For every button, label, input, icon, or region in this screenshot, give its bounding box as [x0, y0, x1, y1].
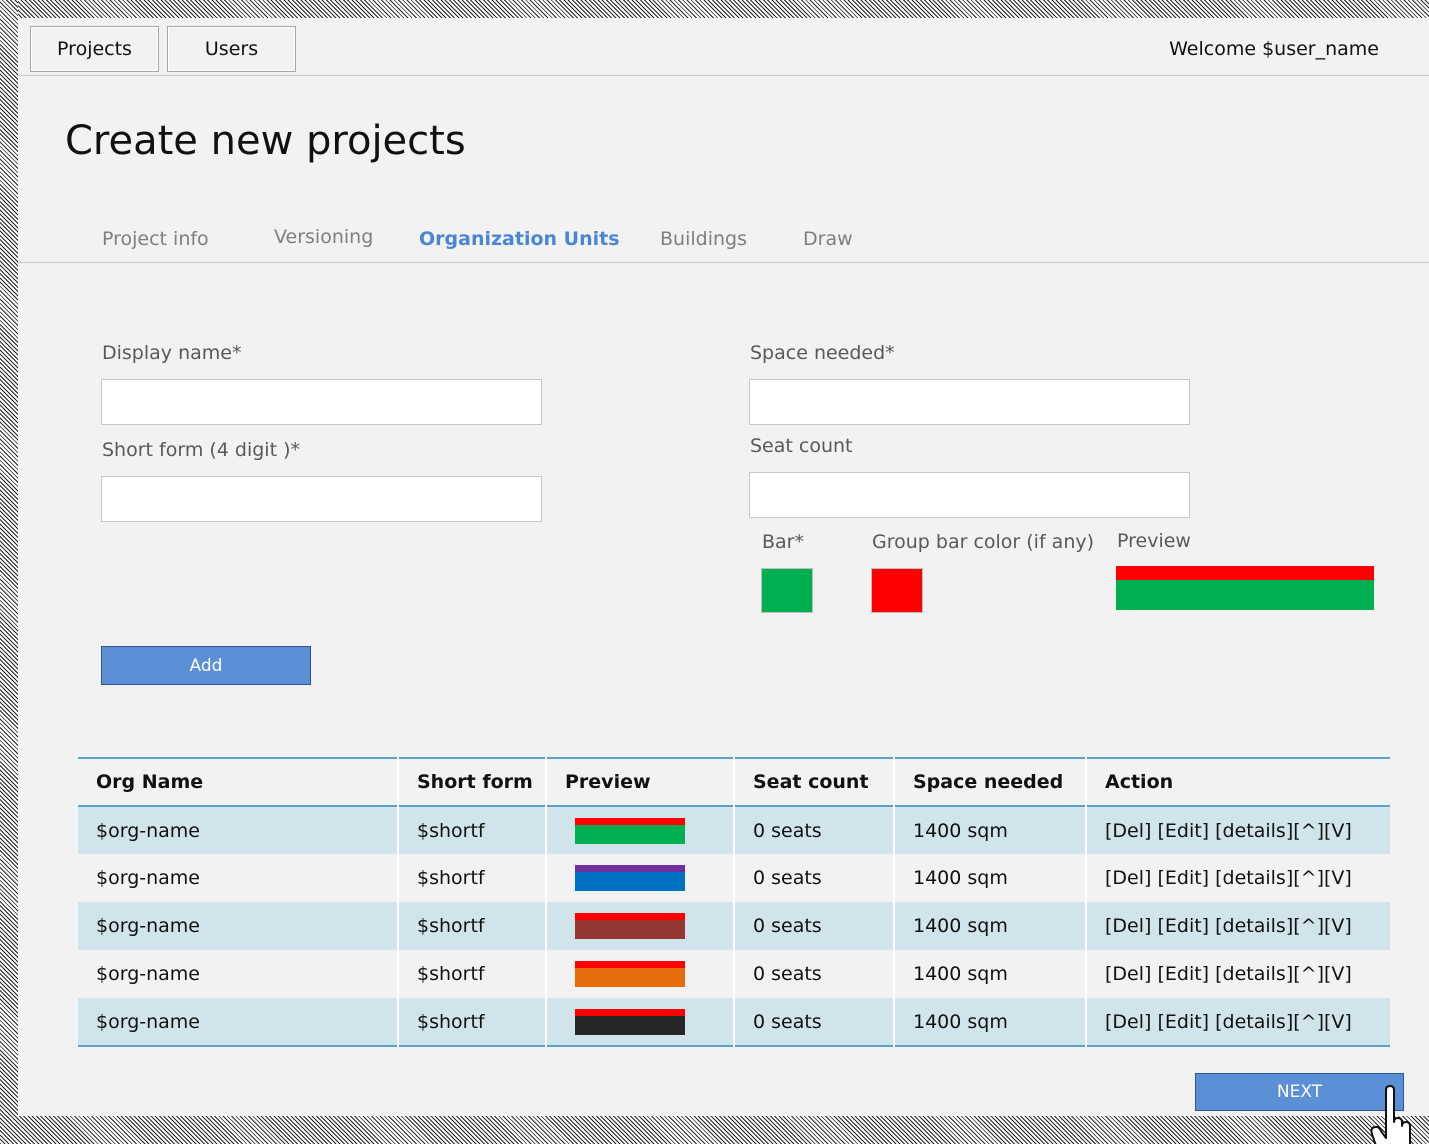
org-units-table: Org Name Short form Preview Seat count S…: [78, 757, 1390, 1047]
hand-pointer-cursor-icon: [1370, 1085, 1411, 1144]
group-bar-color-picker[interactable]: [871, 568, 923, 613]
bar-label: Bar*: [762, 531, 804, 553]
tab-draw[interactable]: Draw: [803, 228, 853, 250]
row-preview-top: [575, 961, 685, 968]
cell-seat-count: 0 seats: [734, 854, 895, 902]
space-needed-input[interactable]: [749, 379, 1190, 425]
row-preview-top: [575, 913, 685, 920]
row-preview-top: [575, 865, 685, 872]
cell-short-form: $shortf: [398, 902, 547, 950]
preview-main-bar: [1116, 580, 1374, 610]
row-preview-top: [575, 1008, 685, 1016]
tab-project-info[interactable]: Project info: [102, 228, 209, 250]
table-row: $org-name $shortf 0 seats 1400 sqm [Del]…: [78, 854, 1390, 902]
row-color-preview: [575, 913, 685, 939]
cell-seat-count: 0 seats: [734, 806, 895, 854]
cell-space-needed: 1400 sqm: [894, 854, 1087, 902]
header-short-form: Short form: [398, 758, 547, 806]
cell-seat-count: 0 seats: [734, 998, 895, 1046]
welcome-text: Welcome $user_name: [1169, 38, 1379, 60]
tab-bar: Project info Versioning Organization Uni…: [18, 220, 1429, 263]
cell-short-form: $shortf: [398, 998, 547, 1046]
cell-action-links[interactable]: [Del] [Edit] [details][^][V]: [1086, 806, 1390, 854]
seat-count-input[interactable]: [749, 472, 1190, 518]
header-space-needed: Space needed: [894, 758, 1087, 806]
page-title: Create new projects: [65, 118, 466, 164]
row-preview-bottom: [575, 1015, 685, 1035]
cell-action-links[interactable]: [Del] [Edit] [details][^][V]: [1086, 902, 1390, 950]
cell-space-needed: 1400 sqm: [894, 998, 1087, 1046]
tab-versioning[interactable]: Versioning: [274, 226, 373, 248]
cell-preview: [546, 902, 735, 950]
tab-organization-units[interactable]: Organization Units: [419, 228, 620, 250]
header-org-name: Org Name: [78, 758, 399, 806]
display-name-input[interactable]: [101, 379, 542, 425]
app-frame: Projects Users Welcome $user_name Create…: [18, 18, 1429, 1144]
preview-group-bar: [1116, 566, 1374, 580]
cell-seat-count: 0 seats: [734, 950, 895, 998]
space-needed-label: Space needed*: [750, 342, 895, 364]
cell-preview: [546, 998, 735, 1046]
cell-preview: [546, 806, 735, 854]
bar-color-picker[interactable]: [761, 568, 813, 613]
short-form-input[interactable]: [101, 476, 542, 522]
cell-org-name: $org-name: [78, 854, 399, 902]
tab-buildings[interactable]: Buildings: [660, 228, 747, 250]
header-seat-count: Seat count: [734, 758, 895, 806]
seat-count-label: Seat count: [750, 435, 853, 457]
cell-org-name: $org-name: [78, 998, 399, 1046]
cell-action-links[interactable]: [Del] [Edit] [details][^][V]: [1086, 950, 1390, 998]
preview-label: Preview: [1117, 530, 1191, 552]
header-preview: Preview: [546, 758, 735, 806]
cell-org-name: $org-name: [78, 806, 399, 854]
add-button[interactable]: Add: [101, 646, 311, 685]
table-row: $org-name $shortf 0 seats 1400 sqm [Del]…: [78, 902, 1390, 950]
row-preview-top: [575, 817, 685, 825]
cell-org-name: $org-name: [78, 950, 399, 998]
row-color-preview: [575, 817, 685, 844]
users-nav-button[interactable]: Users: [167, 26, 296, 72]
cell-space-needed: 1400 sqm: [894, 806, 1087, 854]
row-preview-bottom: [575, 968, 685, 987]
table-header-row: Org Name Short form Preview Seat count S…: [78, 758, 1390, 806]
cell-preview: [546, 854, 735, 902]
hatched-border-bottom: [0, 1116, 1429, 1144]
table-row: $org-name $shortf 0 seats 1400 sqm [Del]…: [78, 950, 1390, 998]
cell-preview: [546, 950, 735, 998]
cell-space-needed: 1400 sqm: [894, 950, 1087, 998]
row-preview-bottom: [575, 872, 685, 891]
header-action: Action: [1086, 758, 1390, 806]
bar-preview: [1116, 566, 1374, 610]
row-preview-bottom: [575, 824, 685, 844]
row-color-preview: [575, 961, 685, 987]
cell-short-form: $shortf: [398, 806, 547, 854]
projects-nav-button[interactable]: Projects: [30, 26, 159, 72]
row-color-preview: [575, 1008, 685, 1035]
hatched-border-top: [0, 0, 1429, 18]
row-color-preview: [575, 865, 685, 891]
cell-action-links[interactable]: [Del] [Edit] [details][^][V]: [1086, 998, 1390, 1046]
display-name-label: Display name*: [102, 342, 242, 364]
cell-space-needed: 1400 sqm: [894, 902, 1087, 950]
row-preview-bottom: [575, 920, 685, 939]
group-bar-color-label: Group bar color (if any): [872, 531, 1095, 553]
cell-short-form: $shortf: [398, 950, 547, 998]
short-form-label: Short form (4 digit )*: [102, 439, 300, 461]
table-row: $org-name $shortf 0 seats 1400 sqm [Del]…: [78, 998, 1390, 1046]
cell-seat-count: 0 seats: [734, 902, 895, 950]
table-row: $org-name $shortf 0 seats 1400 sqm [Del]…: [78, 806, 1390, 854]
cell-short-form: $shortf: [398, 854, 547, 902]
top-bar: Projects Users Welcome $user_name: [18, 18, 1429, 76]
cell-org-name: $org-name: [78, 902, 399, 950]
hatched-border-left: [0, 0, 18, 1144]
cell-action-links[interactable]: [Del] [Edit] [details][^][V]: [1086, 854, 1390, 902]
